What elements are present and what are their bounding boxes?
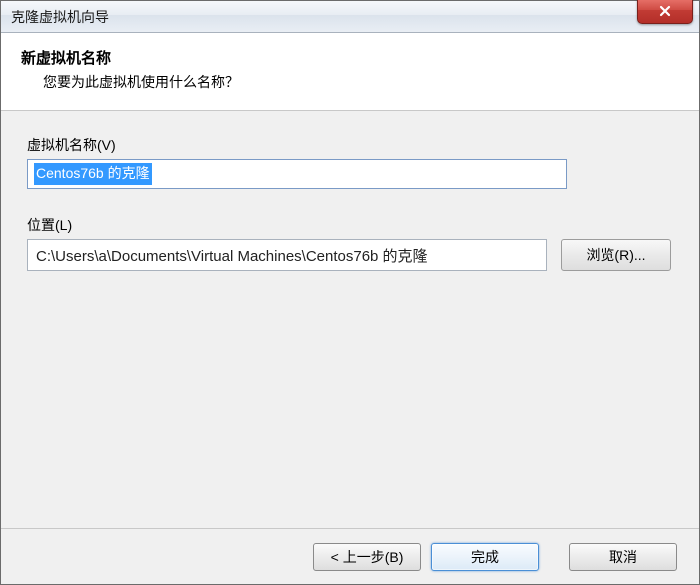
location-group: 位置(L) 浏览(R)...	[27, 215, 673, 271]
page-subtitle: 您要为此虚拟机使用什么名称？	[21, 72, 679, 92]
header-pane: 新虚拟机名称 您要为此虚拟机使用什么名称？	[1, 33, 699, 111]
vm-name-group: 虚拟机名称(V) Centos76b 的克隆	[27, 135, 673, 189]
browse-button[interactable]: 浏览(R)...	[561, 239, 671, 271]
footer: < 上一步(B) 完成 取消	[1, 528, 699, 584]
finish-button[interactable]: 完成	[431, 543, 539, 571]
wizard-dialog: 克隆虚拟机向导 新虚拟机名称 您要为此虚拟机使用什么名称？ 虚拟机名称(V) C…	[0, 0, 700, 585]
vm-name-input[interactable]: Centos76b 的克隆	[27, 159, 567, 189]
vm-name-selected-text: Centos76b 的克隆	[34, 163, 152, 185]
location-input[interactable]	[27, 239, 547, 271]
page-title: 新虚拟机名称	[21, 47, 679, 68]
content-area: 虚拟机名称(V) Centos76b 的克隆 位置(L) 浏览(R)...	[1, 111, 699, 528]
location-label: 位置(L)	[27, 215, 673, 235]
close-icon	[659, 5, 671, 17]
back-button[interactable]: < 上一步(B)	[313, 543, 421, 571]
close-button[interactable]	[637, 0, 693, 24]
titlebar: 克隆虚拟机向导	[1, 1, 699, 33]
cancel-button[interactable]: 取消	[569, 543, 677, 571]
vm-name-label: 虚拟机名称(V)	[27, 135, 673, 155]
location-row: 浏览(R)...	[27, 239, 673, 271]
window-title: 克隆虚拟机向导	[11, 7, 109, 27]
